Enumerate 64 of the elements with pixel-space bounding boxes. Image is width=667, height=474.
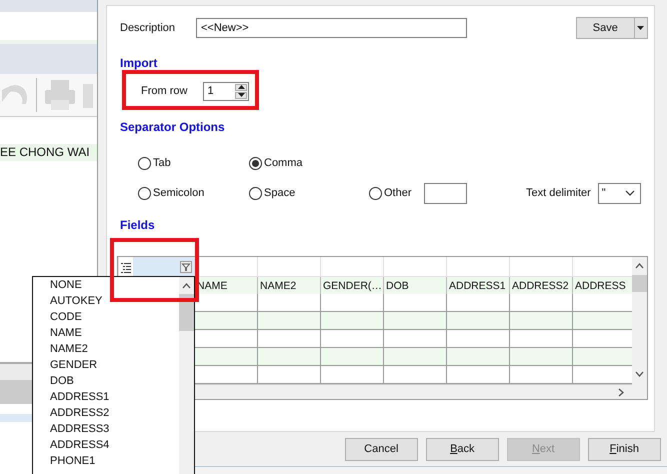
table-cell: [384, 312, 446, 330]
wizard-button[interactable]: Finish: [588, 438, 661, 460]
vertical-scrollbar[interactable]: [179, 277, 194, 474]
filter-cell[interactable]: [133, 257, 194, 276]
column-header[interactable]: GENDER(…: [320, 276, 384, 294]
text-delimiter-combo[interactable]: ": [598, 182, 641, 204]
description-label: Description: [120, 22, 176, 34]
vertical-scrollbar[interactable]: [632, 257, 647, 399]
dropdown-item[interactable]: ADDRESS1: [50, 389, 179, 405]
other-field[interactable]: [424, 182, 467, 204]
dropdown-item[interactable]: ADDRESS3: [50, 421, 179, 437]
table-cell: [384, 348, 446, 366]
text-delimiter-label: Text delimiter: [526, 187, 591, 199]
table-cell: [194, 312, 258, 330]
section-title: Fields: [120, 218, 156, 232]
column-header[interactable]: DOB: [384, 276, 446, 294]
table-cell: [320, 348, 384, 366]
spin-down-button[interactable]: [235, 92, 248, 98]
save-button[interactable]: Save: [576, 17, 635, 39]
dropdown-item[interactable]: NONE: [50, 277, 179, 293]
radio-option[interactable]: Tab: [138, 156, 171, 170]
dropdown-item[interactable]: NAME2: [50, 341, 179, 357]
table-cell: [258, 348, 320, 366]
table-cell: [510, 312, 572, 330]
dropdown-item[interactable]: PHONE1: [50, 453, 179, 469]
table-cell: [572, 348, 632, 366]
wizard-button[interactable]: Cancel: [344, 438, 418, 460]
spin-value: 1: [206, 84, 215, 98]
filter-icon[interactable]: [180, 260, 192, 272]
scroll-thumb[interactable]: [632, 275, 647, 292]
column-header[interactable]: ADDRESS2: [510, 276, 572, 294]
section-title: Separator Options: [120, 120, 226, 134]
spin-up-button[interactable]: [235, 84, 248, 90]
dropdown-button[interactable]: [634, 17, 648, 39]
dropdown-item[interactable]: ADDRESS4: [50, 437, 179, 453]
from-row-spinner[interactable]: 1: [203, 82, 250, 100]
table-cell: [258, 312, 320, 330]
section-title: Import: [120, 56, 158, 70]
table-cell: [194, 348, 258, 366]
dropdown-item[interactable]: ADDRESS2: [50, 405, 179, 421]
table-cell: [510, 348, 572, 366]
from-row-label: From row: [141, 85, 188, 97]
table-row[interactable]: EE CHONG WAI: [0, 144, 97, 161]
dropdown-item[interactable]: CODE: [50, 309, 179, 325]
caret-icon: [637, 26, 644, 30]
table-cell: [320, 312, 384, 330]
chevron-down-icon: [624, 190, 635, 196]
radio-option[interactable]: Space: [249, 186, 296, 200]
table-cell: [446, 312, 510, 330]
radio-option[interactable]: Semicolon: [138, 186, 204, 200]
radio-option[interactable]: Other: [369, 186, 412, 200]
table-cell: [572, 312, 632, 330]
description-field[interactable]: <<New>>: [196, 18, 467, 38]
up-arrow-icon: [238, 85, 245, 89]
column-header[interactable]: ADDRESS1: [446, 276, 510, 294]
wizard-button[interactable]: Back: [426, 438, 499, 460]
column-header[interactable]: ADDRESS: [572, 276, 632, 294]
dropdown-item[interactable]: DOB: [50, 373, 179, 389]
column-header[interactable]: NAME2: [258, 276, 320, 294]
table-cell: [446, 348, 510, 366]
dropdown-item[interactable]: NAME: [50, 325, 179, 341]
dropdown-item[interactable]: GENDER: [50, 357, 179, 373]
radio-option[interactable]: Comma: [249, 156, 303, 170]
down-arrow-icon: [238, 93, 245, 97]
